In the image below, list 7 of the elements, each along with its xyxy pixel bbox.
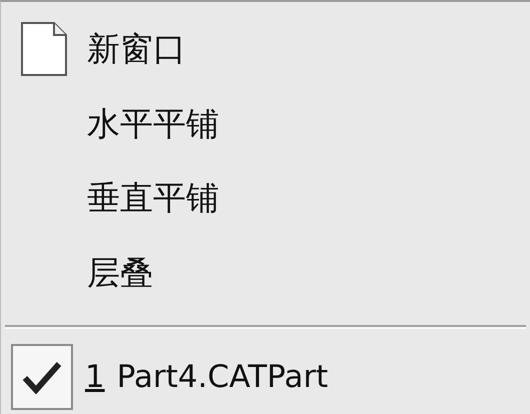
checkmark-icon bbox=[22, 360, 62, 394]
menu-item[interactable]: 垂直平铺 bbox=[87, 176, 219, 222]
document-icon bbox=[20, 21, 68, 78]
menu-item[interactable]: 水平平铺 bbox=[87, 102, 219, 147]
menu-item[interactable]: 层叠 bbox=[87, 251, 153, 296]
menu-item[interactable]: 1 Part4.CATPart bbox=[85, 358, 328, 395]
menu-item[interactable]: 新窗口 bbox=[87, 26, 186, 72]
